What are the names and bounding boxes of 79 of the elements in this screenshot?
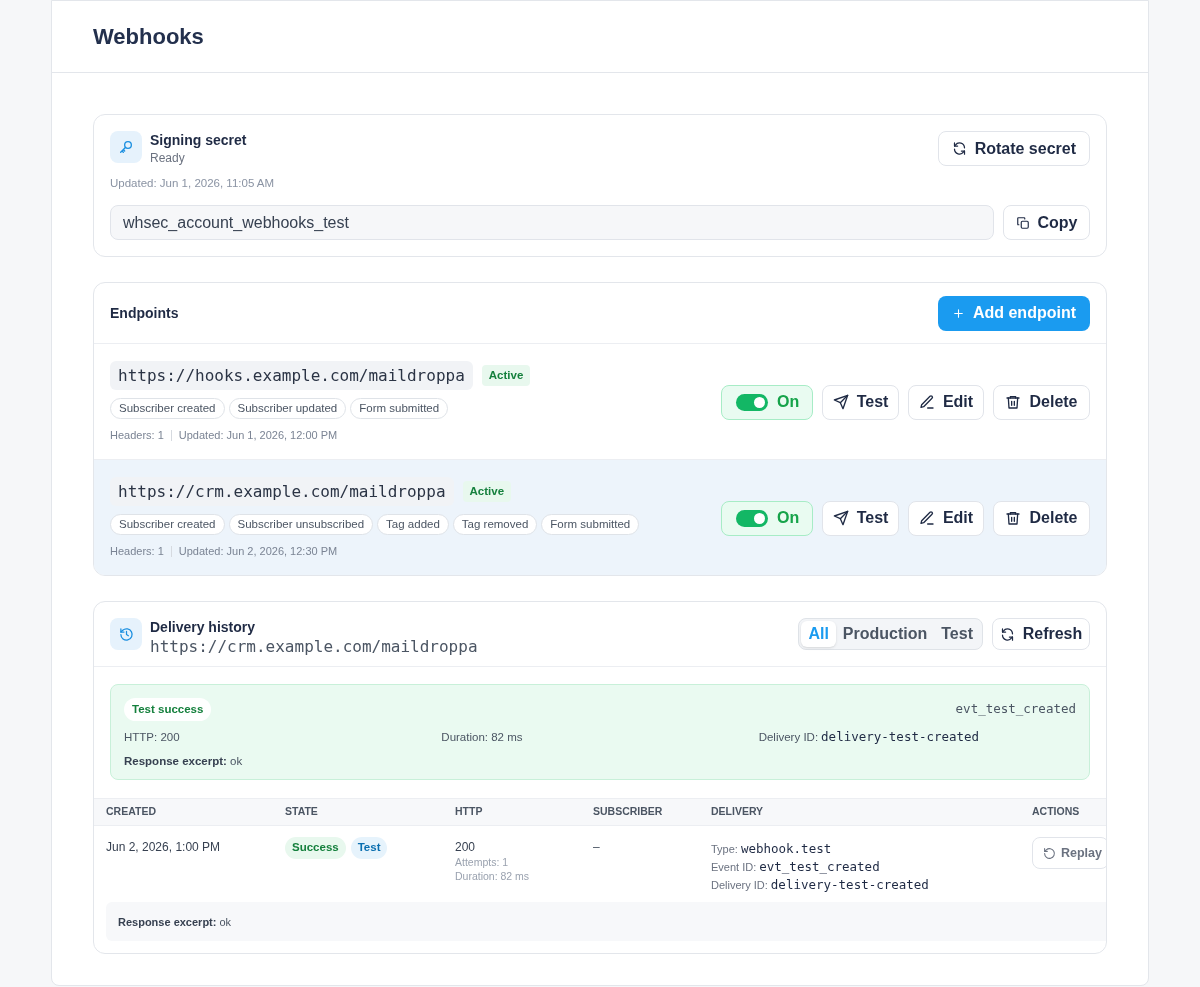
delete-button[interactable]: Delete [993, 384, 1090, 420]
refresh-icon [951, 141, 967, 156]
trash-icon [1005, 394, 1022, 410]
event-id: evt_test_created [955, 700, 1076, 719]
test-button[interactable]: Test [822, 500, 899, 536]
page-title: Webhooks [93, 23, 204, 51]
test-button[interactable]: Test [822, 384, 899, 420]
state-badge: Success [285, 837, 346, 859]
event-tag: Form submitted [350, 398, 449, 419]
toggle-switch[interactable] [736, 393, 768, 411]
column-header: CREATED [106, 804, 156, 820]
send-icon [832, 510, 849, 526]
response-excerpt: Response excerpt: ok [124, 754, 244, 770]
toggle-switch[interactable] [736, 509, 768, 527]
delivery-label: Delivery ID: [711, 878, 768, 894]
rotate-secret-button[interactable]: Rotate secret [937, 131, 1090, 166]
section-title: Endpoints [110, 303, 179, 323]
attempts-text: Attempts: 1 [455, 855, 509, 870]
copy-button[interactable]: Copy [1003, 205, 1090, 240]
delivery-value: webhook.test [740, 840, 832, 858]
delivery-value: evt_test_created [759, 858, 880, 876]
filter-tab[interactable]: Test [934, 621, 980, 647]
delete-button[interactable]: Delete [993, 500, 1090, 536]
status-badge: Active [481, 364, 531, 387]
delivery-value: delivery-test-created [770, 876, 929, 894]
secret-status: Ready [150, 150, 186, 166]
section-title: Delivery history [150, 618, 257, 636]
key-icon [110, 131, 142, 163]
endpoint-url: https://hooks.example.com/maildroppa [110, 361, 473, 390]
trash-icon [1005, 510, 1022, 526]
secret-field[interactable]: whsec_account_webhooks_test [110, 205, 994, 240]
refresh-button[interactable]: Refresh [992, 618, 1090, 650]
section-title: Signing secret [150, 131, 247, 149]
response-excerpt: Response excerpt: ok [118, 914, 232, 930]
endpoint-row[interactable]: https://crm.example.com/maildroppa Active Subscriber created Subscriber unsubscribed Tag added Tag removed Form submitted Headers: 1 Updated: Jun 2, 2026, 12:30 PM On Test Edit Delete [94, 459, 1106, 575]
column-header: HTTP [455, 804, 483, 820]
result-badge: Test success [124, 698, 212, 722]
updated-text: Updated: Jun 1, 2026, 12:00 PM [178, 428, 338, 443]
replay-button[interactable]: Replay [1032, 837, 1106, 870]
subscriber-cell: – [593, 839, 600, 856]
updated-text: Updated: Jun 2, 2026, 12:30 PM [178, 544, 338, 559]
headers-count: Headers: 1 [110, 428, 164, 443]
duration-text: Duration: 82 ms [441, 730, 523, 746]
headers-count: Headers: 1 [110, 544, 164, 559]
event-tag: Subscriber updated [228, 398, 347, 419]
event-tag: Tag added [377, 514, 449, 535]
column-header: STATE [285, 804, 318, 820]
replay-icon [1043, 846, 1056, 860]
edit-button[interactable]: Edit [908, 500, 984, 536]
event-tag: Form submitted [541, 514, 640, 535]
send-icon [832, 394, 849, 410]
event-tag: Tag removed [452, 514, 538, 535]
column-header: ACTIONS [1032, 804, 1080, 820]
delivery-id: delivery-test-created [821, 729, 980, 746]
duration-text: Duration: 82 ms [455, 869, 530, 885]
edit-button[interactable]: Edit [908, 384, 984, 420]
column-header: DELIVERY [711, 804, 764, 820]
delivery-id-label: Delivery ID: [758, 730, 819, 746]
pencil-icon [918, 510, 935, 526]
updated-text: Updated: Jun 1, 2026, 11:05 AM [110, 176, 276, 191]
http-code: 200 [455, 839, 476, 856]
endpoint-url: https://crm.example.com/maildroppa [150, 637, 478, 657]
history-icon [110, 618, 142, 650]
event-tag: Subscriber created [110, 398, 225, 419]
pencil-icon [918, 394, 935, 410]
copy-icon [1015, 215, 1030, 230]
created-cell: Jun 2, 2026, 1:00 PM [106, 839, 221, 856]
column-header: SUBSCRIBER [593, 804, 663, 820]
event-tag: Subscriber unsubscribed [228, 514, 374, 535]
event-tag: Subscriber created [110, 514, 225, 535]
filter-tab[interactable]: Production [835, 621, 935, 647]
http-status: HTTP: 200 [124, 730, 180, 746]
refresh-icon [999, 626, 1015, 642]
plus-icon [951, 306, 965, 320]
endpoint-url: https://crm.example.com/maildroppa [110, 477, 454, 506]
status-badge: Active [462, 480, 512, 503]
delivery-label: Type: [711, 842, 738, 858]
state-badge: Test [350, 837, 388, 859]
delivery-label: Event ID: [711, 860, 757, 876]
